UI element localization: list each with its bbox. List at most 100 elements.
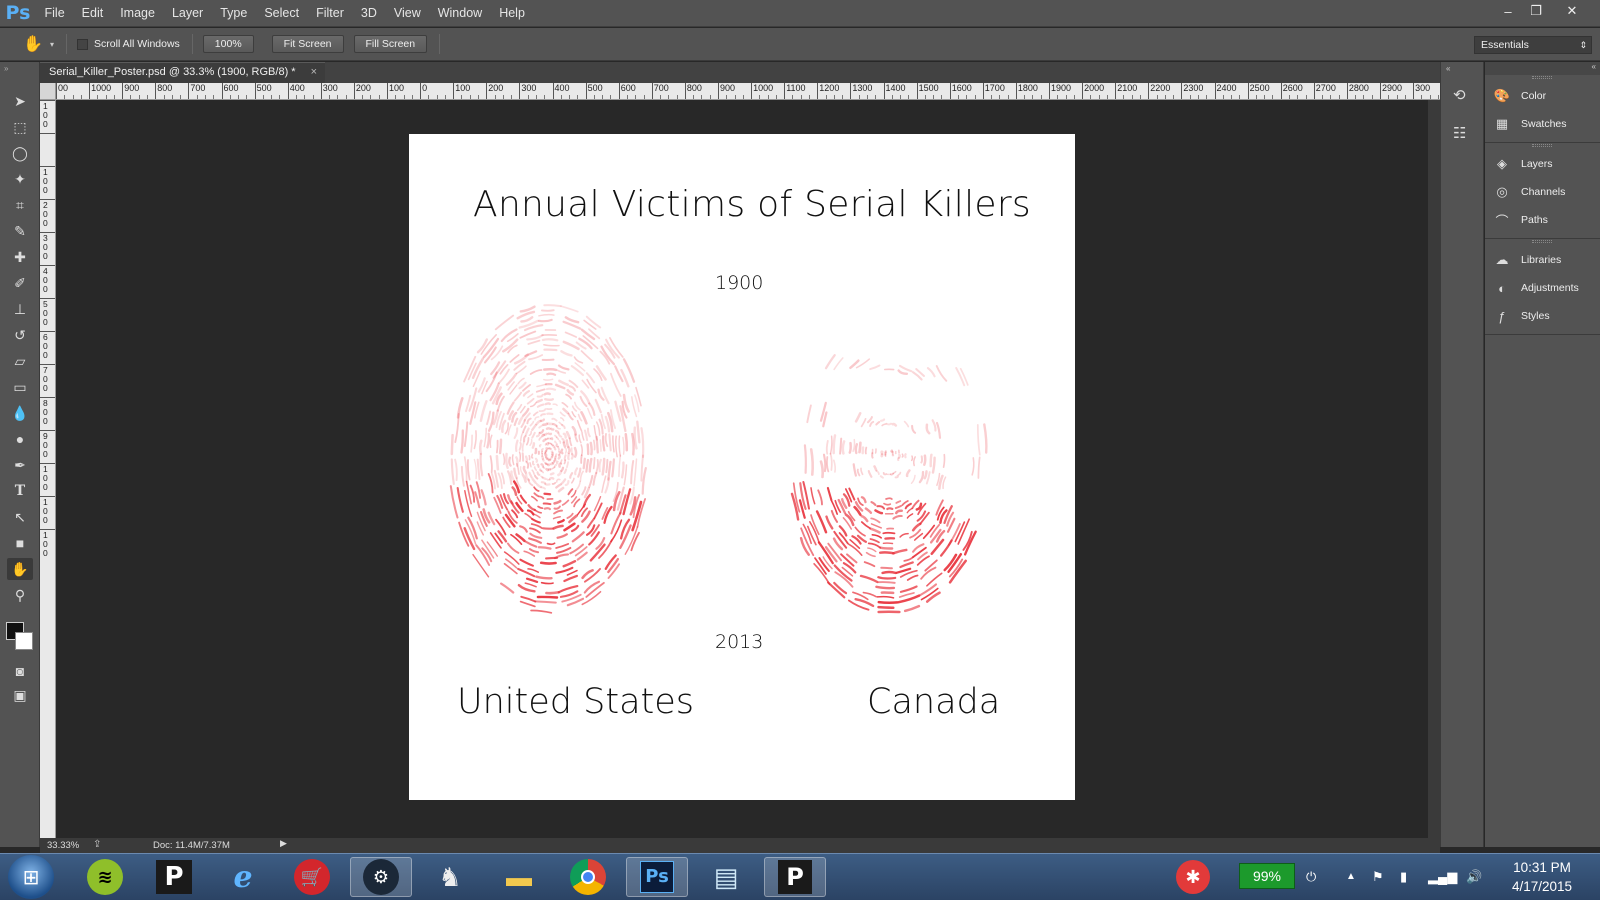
history-panel-icon[interactable]: ⟲ (1453, 86, 1466, 104)
workspace-select[interactable]: Essentials ⇕ (1474, 36, 1592, 54)
move-tool-icon[interactable]: ➤ (7, 90, 33, 112)
file-explorer-icon[interactable]: ▬ (488, 857, 550, 897)
status-menu-arrow-icon[interactable]: ▶ (280, 838, 287, 849)
lasso-tool-icon[interactable]: ◯ (7, 142, 33, 164)
marquee-tool-icon[interactable]: ⬚ (7, 116, 33, 138)
zoom-tool-icon[interactable]: ⚲ (7, 584, 33, 606)
properties-panel-icon[interactable]: ☷ (1453, 124, 1466, 142)
ruler-vertical[interactable]: 1 0 0 1 0 0 2 0 0 3 0 0 4 0 0 5 0 0 6 0 0 7 0 0… (40, 100, 56, 838)
steam-icon[interactable]: ⚙ (350, 857, 412, 897)
magic-wand-tool-icon[interactable]: ✦ (7, 168, 33, 190)
pandora-2-icon[interactable]: P (764, 857, 826, 897)
eraser-tool-icon[interactable]: ▱ (7, 350, 33, 372)
panel-swatches[interactable]: ▦ Swatches (1493, 112, 1567, 136)
fit-screen-button[interactable]: Fit Screen (271, 35, 344, 53)
panel-grip[interactable] (1532, 76, 1552, 79)
internet-explorer-icon[interactable]: ℯ (212, 857, 274, 897)
spotify-icon[interactable]: ≋ (74, 857, 136, 897)
panel-grip[interactable] (1532, 144, 1552, 147)
menu-edit[interactable]: Edit (73, 0, 112, 27)
volume-icon[interactable]: 🔊 (1466, 853, 1482, 900)
menu-filter[interactable]: Filter (308, 0, 353, 27)
collapse-icon[interactable]: » (4, 64, 8, 73)
history-brush-tool-icon[interactable]: ↺ (7, 324, 33, 346)
battery-indicator[interactable]: 99% (1239, 863, 1295, 889)
poster-canvas[interactable]: Annual Victims of Serial Killers 1900 20… (409, 134, 1075, 800)
action-center-flag-icon[interactable]: ⚑ (1372, 853, 1384, 900)
dodge-tool-icon[interactable]: ● (7, 428, 33, 450)
blur-tool-icon[interactable]: 💧 (7, 402, 33, 424)
path-selection-tool-icon[interactable]: ↖ (7, 506, 33, 528)
battery-meter-icon[interactable]: ▮ (1400, 853, 1407, 900)
gradient-tool-icon[interactable]: ▭ (7, 376, 33, 398)
eyedropper-tool-icon[interactable]: ✎ (7, 220, 33, 242)
hunter-app-icon[interactable]: ♞ (419, 857, 481, 897)
ruler-minor-tick (229, 95, 231, 99)
system-clock[interactable]: 10:31 PM 4/17/2015 (1502, 858, 1582, 896)
shopping-cart-icon[interactable]: 🛒 (281, 857, 343, 897)
stamp-tool-icon[interactable]: ⊥ (7, 298, 33, 320)
panel-channels[interactable]: ◎ Channels (1493, 180, 1565, 204)
tray-app-icon[interactable]: ✱ (1162, 857, 1224, 897)
power-plug-icon[interactable]: ⏻ (1306, 853, 1316, 900)
pandora-icon[interactable]: P (143, 857, 205, 897)
photoshop-logo: Ps (5, 2, 31, 24)
panel-color[interactable]: 🎨 Color (1493, 84, 1546, 108)
ruler-tick-label: 1000 (753, 83, 774, 93)
windows-start-icon[interactable]: ⊞ (8, 855, 54, 899)
close-button[interactable]: ✕ (1554, 0, 1590, 22)
panel-grip[interactable] (1532, 240, 1552, 243)
show-hidden-icons-icon[interactable]: ▲ (1346, 853, 1356, 900)
fingerprint-ridge (864, 507, 873, 514)
ruler-tick (883, 83, 885, 99)
ruler-corner[interactable] (40, 83, 56, 100)
hand-tool-icon[interactable]: ✋ (7, 558, 33, 580)
fingerprint-ridge (919, 583, 938, 596)
pen-tool-icon[interactable]: ✒ (7, 454, 33, 476)
photoshop-taskbar-icon[interactable]: Ps (626, 857, 688, 897)
panel-paths[interactable]: ⌒ Paths (1493, 208, 1547, 232)
menu-help[interactable]: Help (491, 0, 534, 27)
menu-type[interactable]: Type (212, 0, 256, 27)
fill-screen-button[interactable]: Fill Screen (353, 35, 428, 53)
menu-file[interactable]: File (36, 0, 73, 27)
export-icon[interactable]: ⇪ (93, 839, 101, 850)
ruler-horizontal[interactable]: 00 1000 900 800 700 600 500 400 300 200 100 0 100 200… (56, 83, 1440, 100)
brush-tool-icon[interactable]: ✐ (7, 272, 33, 294)
menu-3d[interactable]: 3D (352, 0, 385, 27)
menu-view[interactable]: View (385, 0, 429, 27)
fingerprint-ridge (826, 456, 830, 473)
menu-image[interactable]: Image (112, 0, 164, 27)
collapse-dock-icon[interactable]: « (1446, 64, 1450, 73)
healing-brush-tool-icon[interactable]: ✚ (7, 246, 33, 268)
fingerprint-ridge (854, 526, 866, 537)
scroll-all-windows-checkbox[interactable] (77, 38, 89, 50)
menu-window[interactable]: Window (429, 0, 490, 27)
type-tool-icon[interactable]: T (7, 480, 33, 502)
zoom-100-button[interactable]: 100% (202, 35, 254, 53)
rectangle-tool-icon[interactable]: ■ (7, 532, 33, 554)
panel-styles[interactable]: ƒ Styles (1493, 304, 1549, 328)
collapse-panels-icon[interactable]: « (1592, 62, 1596, 71)
close-tab-icon[interactable]: × (311, 63, 317, 82)
vertical-scrollbar[interactable] (1428, 100, 1440, 838)
crop-tool-icon[interactable]: ⌗ (7, 194, 33, 216)
menu-layer[interactable]: Layer (163, 0, 211, 27)
document-tab[interactable]: Serial_Killer_Poster.psd @ 33.3% (1900, … (40, 62, 325, 83)
network-signal-icon[interactable]: ▂▄▆ (1428, 853, 1457, 900)
chrome-icon[interactable] (557, 857, 619, 897)
menu-select[interactable]: Select (256, 0, 308, 27)
notepad-icon[interactable]: ▤ (695, 857, 757, 897)
quick-mask-icon[interactable]: ◙ (7, 660, 33, 682)
panel-adjustments[interactable]: ◐ Adjustments (1493, 276, 1579, 300)
panel-layers[interactable]: ◈ Layers (1493, 152, 1553, 176)
fingerprint-ridge (523, 435, 527, 443)
restore-button[interactable]: ❐ (1518, 0, 1554, 22)
screen-mode-icon[interactable]: ▣ (7, 684, 33, 706)
hand-tool-preset-icon[interactable]: ✋ (18, 34, 48, 54)
background-color-swatch[interactable] (15, 632, 33, 650)
panel-libraries[interactable]: ☁ Libraries (1493, 248, 1562, 272)
preset-dropdown-icon[interactable]: ▾ (50, 40, 54, 49)
status-zoom[interactable]: 33.33% (47, 840, 79, 851)
fingerprint-ridge (877, 605, 895, 610)
